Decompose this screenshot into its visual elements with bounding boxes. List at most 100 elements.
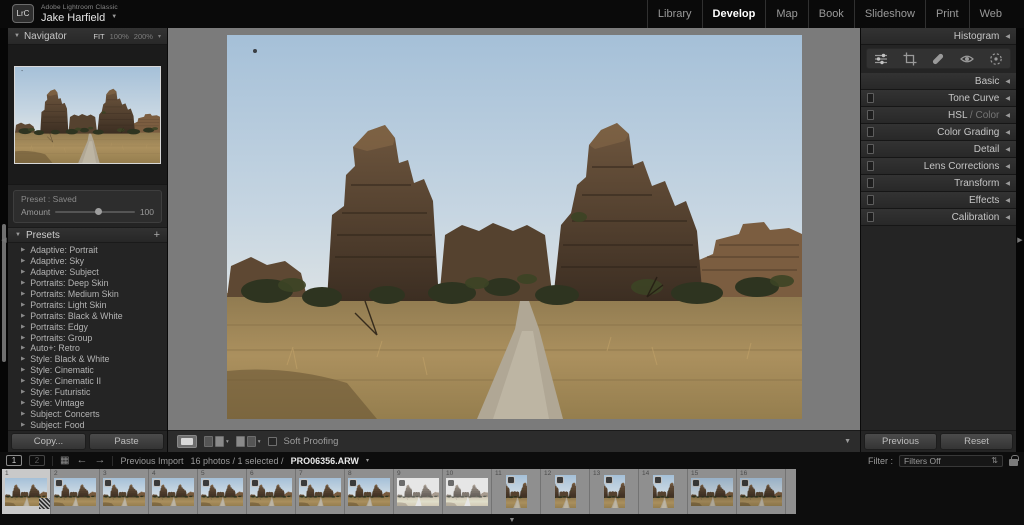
masking-icon[interactable] [989, 52, 1003, 66]
main-photo[interactable] [227, 35, 802, 419]
module-tab[interactable]: Library [647, 0, 702, 28]
preset-group-row[interactable]: ▶ Adaptive: Subject [21, 267, 167, 278]
collapse-triangle-icon[interactable]: ◀ [1005, 112, 1010, 119]
filename-caret-icon[interactable]: ▾ [366, 457, 369, 464]
panel-header[interactable]: Tone Curve ◀ [861, 90, 1016, 107]
navigator-header[interactable]: ▼ Navigator FIT 100% 200% ▾ [8, 28, 167, 45]
preset-group-row[interactable]: ▶ Adaptive: Sky [21, 256, 167, 267]
preset-group-row[interactable]: ▶ Adaptive: Portrait [21, 245, 167, 256]
expand-arrow-icon[interactable]: ▶ [21, 400, 25, 406]
filter-lock-icon[interactable] [1009, 459, 1018, 466]
presets-header[interactable]: ▼ Presets + [8, 227, 167, 243]
panel-toggle-switch[interactable] [867, 144, 874, 154]
filmstrip-thumbnail[interactable]: 11 [492, 469, 541, 514]
reset-button[interactable]: Reset [940, 433, 1013, 450]
panel-toggle-switch[interactable] [867, 178, 874, 188]
filmstrip-thumbnail[interactable]: 2 [51, 469, 100, 514]
panel-toggle-switch[interactable] [867, 161, 874, 171]
zoom-fit-button[interactable]: FIT [93, 32, 104, 41]
before-after-lr-button[interactable]: ▾ [204, 436, 229, 447]
expand-arrow-icon[interactable]: ▶ [21, 335, 25, 341]
expand-arrow-icon[interactable]: ▶ [21, 345, 25, 351]
preset-group-row[interactable]: ▶ Auto+: Retro [21, 343, 167, 354]
crop-icon[interactable] [903, 52, 917, 66]
left-panel-edge[interactable]: ◀ [0, 28, 8, 452]
collapse-right-panel-icon[interactable]: ▶ [1016, 236, 1024, 244]
caret-down-icon[interactable]: ▾ [226, 439, 229, 445]
module-tab[interactable]: Map [765, 0, 807, 28]
filmstrip-thumbnail[interactable]: 5 [198, 469, 247, 514]
expand-arrow-icon[interactable]: ▶ [21, 269, 25, 275]
before-after-split-button[interactable]: ▾ [236, 436, 261, 447]
expand-arrow-icon[interactable]: ▶ [21, 302, 25, 308]
expand-arrow-icon[interactable]: ▶ [21, 291, 25, 297]
module-tab[interactable]: Book [808, 0, 854, 28]
panel-toggle-switch[interactable] [867, 93, 874, 103]
expand-arrow-icon[interactable]: ▶ [21, 367, 25, 373]
zoom-200-button[interactable]: 200% [134, 32, 153, 41]
filmstrip-thumbnail[interactable]: 15 [688, 469, 737, 514]
grid-view-icon[interactable]: ▦ [60, 456, 69, 466]
filmstrip-filename[interactable]: PRO06356.ARW [291, 456, 359, 466]
module-tab[interactable]: Develop [702, 0, 766, 28]
zoom-caret-icon[interactable]: ▾ [158, 33, 161, 40]
filmstrip-thumbnail[interactable]: 16 [737, 469, 786, 514]
adjust-sliders-icon[interactable] [874, 52, 888, 66]
primary-monitor-button[interactable]: 1 [6, 455, 22, 466]
amount-slider[interactable] [55, 211, 135, 213]
soft-proofing-checkbox[interactable] [268, 437, 277, 446]
collapse-filmstrip-icon[interactable]: ▼ [509, 517, 516, 525]
filmstrip-thumbnail[interactable]: 3 [100, 469, 149, 514]
toolbar-options-caret-icon[interactable]: ▼ [844, 438, 851, 445]
navigator-thumbnail[interactable] [14, 66, 161, 164]
expand-arrow-icon[interactable]: ▶ [21, 258, 25, 264]
preset-group-row[interactable]: ▶ Portraits: Black & White [21, 310, 167, 321]
expand-arrow-icon[interactable]: ▶ [21, 389, 25, 395]
loupe-view-button[interactable] [177, 435, 197, 448]
collapse-left-panel-icon[interactable]: ◀ [0, 236, 8, 244]
secondary-monitor-button[interactable]: 2 [29, 455, 45, 466]
panel-toggle-switch[interactable] [867, 110, 874, 120]
panel-header[interactable]: Transform ◀ [861, 175, 1016, 192]
preset-group-row[interactable]: ▶ Style: Cinematic [21, 365, 167, 376]
filter-dropdown[interactable]: Filters Off ⇅ [899, 455, 1003, 467]
collapse-triangle-icon[interactable]: ◀ [1005, 214, 1010, 221]
preset-group-row[interactable]: ▶ Style: Cinematic II [21, 376, 167, 387]
healing-icon[interactable] [931, 52, 945, 66]
next-photo-icon[interactable]: → [94, 455, 105, 466]
filmstrip-thumbnail[interactable]: 4 [149, 469, 198, 514]
collapse-triangle-icon[interactable]: ◀ [1005, 180, 1010, 187]
caret-down-icon[interactable]: ▾ [258, 439, 261, 445]
filmstrip-thumbnail[interactable]: 10 [443, 469, 492, 514]
left-panel-scrollbar[interactable] [2, 224, 6, 362]
expand-arrow-icon[interactable]: ▶ [21, 422, 25, 428]
collapse-triangle-icon[interactable]: ◀ [1005, 78, 1010, 85]
panel-header[interactable]: Color Grading ◀ [861, 124, 1016, 141]
filmstrip-thumbnail[interactable]: 8 [345, 469, 394, 514]
histogram-header[interactable]: Histogram ◀ [861, 28, 1016, 45]
collapse-triangle-icon[interactable]: ◀ [1005, 95, 1010, 102]
collapse-triangle-icon[interactable]: ◀ [1005, 33, 1010, 40]
module-tab[interactable]: Slideshow [854, 0, 925, 28]
filmstrip-thumbnail[interactable]: 12 [541, 469, 590, 514]
expand-arrow-icon[interactable]: ▶ [21, 247, 25, 253]
copy-button[interactable]: Copy... [11, 433, 86, 450]
expand-arrow-icon[interactable]: ▶ [21, 356, 25, 362]
filmstrip-thumbnail[interactable]: 14 [639, 469, 688, 514]
expand-arrow-icon[interactable]: ▶ [21, 324, 25, 330]
module-tab[interactable]: Print [925, 0, 969, 28]
previous-photo-icon[interactable]: ← [76, 455, 87, 466]
previous-button[interactable]: Previous [864, 433, 937, 450]
preset-group-row[interactable]: ▶ Subject: Food [21, 419, 167, 430]
presets-collapse-icon[interactable]: ▼ [15, 232, 21, 238]
panel-toggle-switch[interactable] [867, 127, 874, 137]
collapse-triangle-icon[interactable]: ◀ [1005, 146, 1010, 153]
panel-toggle-switch[interactable] [867, 195, 874, 205]
filmstrip-thumbnail[interactable]: 13 [590, 469, 639, 514]
panel-toggle-switch[interactable] [867, 212, 874, 222]
panel-header[interactable]: Basic ◀ [861, 73, 1016, 90]
preset-group-row[interactable]: ▶ Style: Black & White [21, 354, 167, 365]
preset-group-row[interactable]: ▶ Portraits: Group [21, 332, 167, 343]
panel-header[interactable]: Lens Corrections ◀ [861, 158, 1016, 175]
panel-header[interactable]: Effects ◀ [861, 192, 1016, 209]
